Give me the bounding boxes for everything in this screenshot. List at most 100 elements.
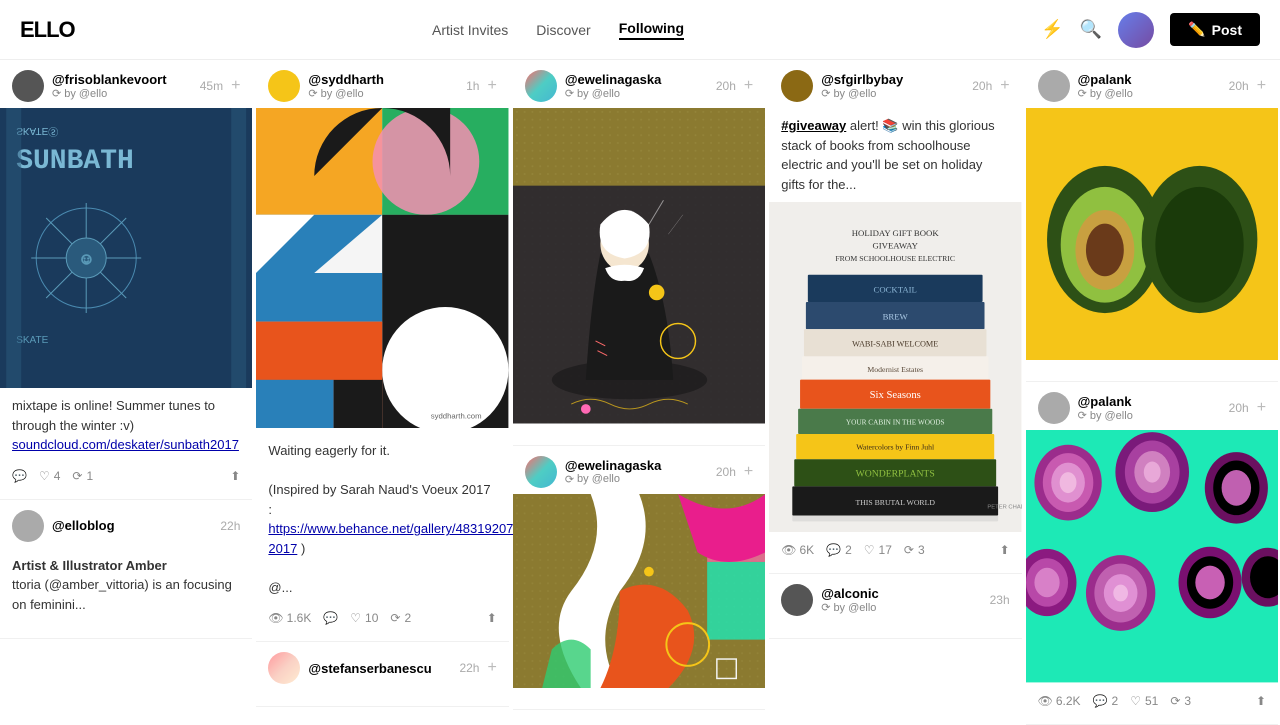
post-button[interactable]: ✏️ Post xyxy=(1170,13,1260,46)
svg-text:PETER CHADWICK: PETER CHADWICK xyxy=(988,505,1022,511)
user-avatar[interactable] xyxy=(1118,12,1154,48)
eye-icon: 👁 xyxy=(1038,694,1053,708)
lightning-button[interactable]: ⚡ xyxy=(1041,19,1063,40)
more-button[interactable]: + xyxy=(744,463,753,481)
repost-label: ⟳ by @ello xyxy=(565,473,662,486)
username[interactable]: @alconic xyxy=(821,586,878,601)
svg-text:SUNBATH: SUNBATH xyxy=(16,146,134,177)
repost-button[interactable]: ⟳ 3 xyxy=(904,543,925,557)
heart-icon: ♡ xyxy=(1130,694,1141,708)
post-card: @ewelinagaska ⟳ by @ello 20h + xyxy=(513,60,765,446)
search-button[interactable]: 🔍 xyxy=(1080,19,1102,40)
post-card: @sfgirlbybay ⟳ by @ello 20h + #giveaway xyxy=(769,60,1021,574)
username[interactable]: @syddharth xyxy=(308,72,384,87)
share-button[interactable]: ⬆ xyxy=(230,469,240,483)
post-time: 45m xyxy=(200,79,223,93)
like-button[interactable]: ♡ 51 xyxy=(1130,694,1158,708)
post-time: 20h xyxy=(1229,401,1249,415)
post-card: @palank ⟳ by @ello 20h + xyxy=(1026,382,1278,724)
username[interactable]: @ewelinagaska xyxy=(565,72,662,87)
avatar xyxy=(1038,70,1070,102)
post-time: 23h xyxy=(990,593,1010,607)
post-time: 20h xyxy=(716,79,736,93)
like-button[interactable]: ♡ 10 xyxy=(350,611,378,625)
comment-icon: 💬 xyxy=(826,543,841,557)
repost-icon: ⟳ xyxy=(390,611,400,625)
repost-label: ⟳ by @ello xyxy=(52,87,167,100)
username[interactable]: @sfgirlbybay xyxy=(821,72,903,87)
repost-label: ⟳ by @ello xyxy=(308,87,384,100)
svg-text:BREW: BREW xyxy=(883,311,909,321)
heart-icon: ♡ xyxy=(39,469,50,483)
view-count: 👁 1.6K xyxy=(268,611,311,625)
main-nav: Artist Invites Discover Following xyxy=(432,20,684,40)
post-text: Artist & Illustrator Amber ttoria (@ambe… xyxy=(0,548,252,623)
post-text: mixtape is online! Summer tunes to throu… xyxy=(0,388,252,463)
repost-icon: ⟳ xyxy=(1170,694,1180,708)
repost-button[interactable]: ⟳ 1 xyxy=(72,469,93,483)
avocado-artwork xyxy=(1026,108,1278,360)
comment-button[interactable]: 💬 2 xyxy=(1093,694,1119,708)
svg-text:THIS BRUTAL WORLD: THIS BRUTAL WORLD xyxy=(856,498,936,507)
post-time: 20h xyxy=(716,465,736,479)
header-actions: ⚡ 🔍 ✏️ Post xyxy=(1041,12,1260,48)
username[interactable]: @palank xyxy=(1078,394,1133,409)
like-button[interactable]: ♡ 17 xyxy=(864,543,892,557)
view-count: 👁 6K xyxy=(781,543,814,557)
like-button[interactable]: ♡ 4 xyxy=(39,469,60,483)
username[interactable]: @frisoblankevoort xyxy=(52,72,167,87)
nav-artist-invites[interactable]: Artist Invites xyxy=(432,22,508,38)
nav-discover[interactable]: Discover xyxy=(536,22,590,38)
username[interactable]: @stefanserbanescu xyxy=(308,661,431,676)
eye-icon: 👁 xyxy=(781,543,796,557)
more-button[interactable]: + xyxy=(231,77,240,95)
repost-button[interactable]: ⟳ 2 xyxy=(390,611,411,625)
comment-button[interactable]: 💬 xyxy=(12,469,27,483)
logo: ELLO xyxy=(20,17,75,43)
repost-button[interactable]: ⟳ 3 xyxy=(1170,694,1191,708)
column-3: @ewelinagaska ⟳ by @ello 20h + xyxy=(511,60,767,710)
svg-text:syddharth.com: syddharth.com xyxy=(431,412,482,421)
post-header: @syddharth ⟳ by @ello 1h + xyxy=(256,70,508,108)
svg-text:HOLIDAY GIFT BOOK: HOLIDAY GIFT BOOK xyxy=(852,228,940,238)
share-button[interactable]: ⬆ xyxy=(1256,694,1266,708)
post-header: @frisoblankevoort ⟳ by @ello 45m + xyxy=(0,70,252,108)
svg-text:COCKTAIL: COCKTAIL xyxy=(874,284,917,294)
comment-button[interactable]: 💬 2 xyxy=(826,543,852,557)
repost-label: ⟳ by @ello xyxy=(1078,87,1133,100)
geometric-artwork: syddharth.com xyxy=(256,108,508,428)
avatar xyxy=(525,456,557,488)
more-button[interactable]: + xyxy=(1257,77,1266,95)
comment-button[interactable]: 💬 xyxy=(323,611,338,625)
more-button[interactable]: + xyxy=(1000,77,1009,95)
post-header: @elloblog 22h xyxy=(0,510,252,548)
more-button[interactable]: + xyxy=(1257,399,1266,417)
abstract-artwork xyxy=(513,494,765,688)
post-text: Waiting eagerly for it. (Inspired by Sar… xyxy=(256,433,508,605)
username[interactable]: @elloblog xyxy=(52,518,115,533)
heart-icon: ♡ xyxy=(350,611,361,625)
more-button[interactable]: + xyxy=(744,77,753,95)
username[interactable]: @palank xyxy=(1078,72,1133,87)
hashtag[interactable]: #giveaway xyxy=(781,118,846,133)
post-link[interactable]: soundcloud.com/deskater/sunbath2017 xyxy=(12,437,239,452)
post-time: 20h xyxy=(1229,79,1249,93)
masonry-grid: @frisoblankevoort ⟳ by @ello 45m + xyxy=(0,60,1280,725)
share-button[interactable]: ⬆ xyxy=(487,611,497,625)
nav-following[interactable]: Following xyxy=(619,20,684,40)
username[interactable]: @ewelinagaska xyxy=(565,458,662,473)
post-image-container: syddharth.com xyxy=(256,108,508,433)
svg-text:FROM SCHOOLHOUSE ELECTRIC: FROM SCHOOLHOUSE ELECTRIC xyxy=(836,254,956,263)
more-button[interactable]: + xyxy=(487,659,496,677)
onions-artwork xyxy=(1026,430,1278,682)
main-content: @frisoblankevoort ⟳ by @ello 45m + xyxy=(0,60,1280,725)
repost-label: ⟳ by @ello xyxy=(821,601,878,614)
more-button[interactable]: + xyxy=(487,77,496,95)
repost-label: ⟳ by @ello xyxy=(565,87,662,100)
share-button[interactable]: ⬆ xyxy=(1000,543,1010,557)
post-card: @palank ⟳ by @ello 20h + xyxy=(1026,60,1278,382)
post-actions: 👁 6.2K 💬 2 ♡ 51 ⟳ 3 xyxy=(1026,688,1278,708)
avatar xyxy=(268,652,300,684)
post-image xyxy=(1026,430,1278,687)
post-image: HOLIDAY GIFT BOOK GIVEAWAY FROM SCHOOLHO… xyxy=(769,202,1021,537)
